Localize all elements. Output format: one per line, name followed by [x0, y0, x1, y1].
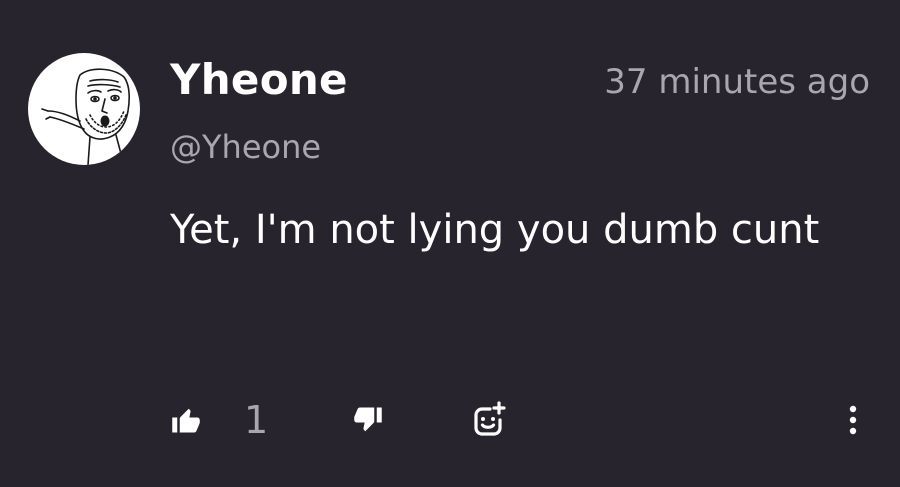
thumbs-down-icon [354, 407, 382, 432]
avatar[interactable] [28, 53, 140, 165]
more-vertical-icon [849, 405, 857, 435]
add-reaction-icon [474, 401, 506, 436]
comment-timestamp: 37 minutes ago [604, 62, 870, 102]
dislike-button[interactable] [342, 392, 394, 448]
comment-actions: 1 [0, 392, 900, 448]
more-options-button[interactable] [836, 392, 870, 448]
comment-text: Yet, I'm not lying you dumb cunt [170, 207, 820, 253]
add-reaction-button[interactable] [460, 392, 516, 448]
like-count: 1 [244, 398, 269, 442]
wojak-avatar-image [41, 68, 130, 165]
like-button[interactable] [160, 392, 212, 448]
author-handle[interactable]: @Yheone [170, 126, 321, 168]
comment-card: Yheone 37 minutes ago @Yheone Yet, I'm n… [0, 0, 900, 487]
author-display-name[interactable]: Yheone [170, 52, 348, 108]
thumbs-up-icon [172, 408, 200, 433]
